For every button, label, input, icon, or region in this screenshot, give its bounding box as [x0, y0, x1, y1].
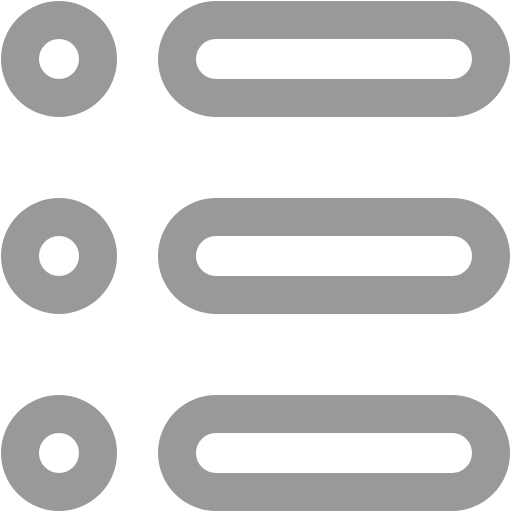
- rounded-bar-icon: [158, 198, 510, 314]
- circle-bullet-icon: [1, 395, 117, 511]
- list-item: [1, 1, 510, 117]
- list-item: [1, 395, 510, 511]
- rounded-bar-icon: [158, 1, 510, 117]
- circle-bullet-icon: [1, 1, 117, 117]
- list-icon: [1, 1, 510, 511]
- rounded-bar-icon: [158, 395, 510, 511]
- list-item: [1, 198, 510, 314]
- list-icon-canvas: [0, 0, 512, 512]
- circle-bullet-icon: [1, 198, 117, 314]
